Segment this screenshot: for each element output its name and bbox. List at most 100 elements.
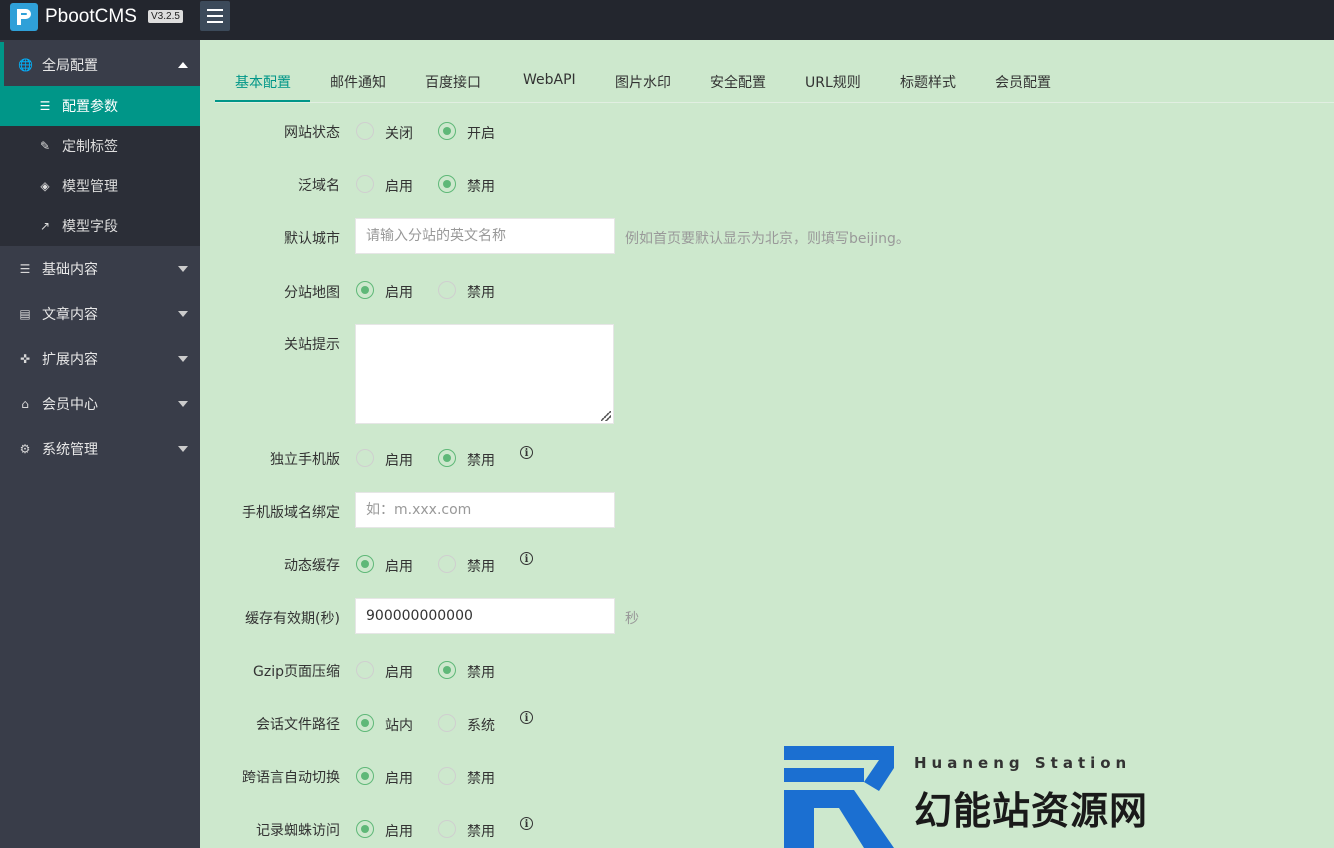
radio-label: 禁用: [467, 824, 495, 840]
radio-label: 关闭: [385, 126, 413, 142]
file-icon: ▤: [19, 306, 31, 321]
gzip-radio-enable[interactable]: [356, 661, 374, 679]
spider-log-radio-enable[interactable]: [356, 820, 374, 838]
sidebar-item-label: 系统管理: [42, 441, 98, 458]
wildcard-radio-disable[interactable]: [438, 175, 456, 193]
sidebar-item-global-config[interactable]: 🌐 全局配置: [0, 42, 200, 87]
sub-map-radio-enable[interactable]: [356, 281, 374, 299]
config-tabs: 基本配置 邮件通知 百度接口 WebAPI 图片水印 安全配置 URL规则 标题…: [215, 60, 1334, 103]
radio-label: 启用: [385, 285, 413, 301]
session-path-label: 会话文件路径: [256, 717, 340, 733]
lang-switch-label: 跨语言自动切换: [242, 770, 340, 786]
sidebar-item-system-manage[interactable]: ⚙ 系统管理: [0, 426, 200, 471]
radio-label: 禁用: [467, 665, 495, 681]
wildcard-radio-enable[interactable]: [356, 175, 374, 193]
spider-log-label: 记录蜘蛛访问: [256, 823, 340, 839]
mobile-domain-input[interactable]: 如：m.xxx.com: [355, 492, 615, 528]
lang-switch-radio-disable[interactable]: [438, 767, 456, 785]
sidebar-item-basic-content[interactable]: ☰ 基础内容: [0, 246, 200, 291]
r-logo-icon: [784, 746, 894, 848]
tab-member[interactable]: 会员配置: [995, 72, 1051, 92]
chevron-down-icon: [178, 355, 188, 362]
radio-label: 启用: [385, 179, 413, 195]
spider-log-radio-disable[interactable]: [438, 820, 456, 838]
cache-label: 动态缓存: [284, 558, 340, 574]
tab-webapi[interactable]: WebAPI: [523, 72, 576, 88]
radio-label: 启用: [385, 559, 413, 575]
chevron-down-icon: [178, 400, 188, 407]
sidebar-item-extend-content[interactable]: ✜ 扩展内容: [0, 336, 200, 381]
tab-title-style[interactable]: 标题样式: [900, 72, 956, 92]
wildcard-label: 泛域名: [298, 178, 340, 194]
sidebar-subitem-model-manage[interactable]: ◈ 模型管理: [0, 166, 200, 206]
radio-label: 启用: [385, 453, 413, 469]
cache-time-unit: 秒: [625, 611, 639, 627]
tab-baidu[interactable]: 百度接口: [425, 72, 481, 92]
close-tip-label: 关站提示: [284, 337, 340, 353]
mobile-radio-disable[interactable]: [438, 449, 456, 467]
cache-time-input[interactable]: 900000000000: [355, 598, 615, 634]
gzip-radio-disable[interactable]: [438, 661, 456, 679]
sidebar-item-label: 基础内容: [42, 261, 98, 278]
radio-label: 禁用: [467, 559, 495, 575]
sidebar-subitem-label: 配置参数: [62, 99, 118, 115]
menu-toggle-button[interactable]: [200, 1, 230, 31]
tab-url-rules[interactable]: URL规则: [805, 72, 861, 92]
mobile-label: 独立手机版: [270, 452, 340, 468]
radio-label: 禁用: [467, 453, 495, 469]
info-icon[interactable]: i: [520, 711, 533, 724]
radio-label: 启用: [385, 824, 413, 840]
default-city-input[interactable]: 请输入分站的英文名称: [355, 218, 615, 254]
sidebar-item-article-content[interactable]: ▤ 文章内容: [0, 291, 200, 336]
site-status-radio-on[interactable]: [438, 122, 456, 140]
resize-handle-icon[interactable]: [601, 411, 611, 421]
radio-label: 禁用: [467, 771, 495, 787]
session-path-radio-system[interactable]: [438, 714, 456, 732]
site-status-radio-off[interactable]: [356, 122, 374, 140]
radio-label: 启用: [385, 771, 413, 787]
sidebar-subitem-label: 模型管理: [62, 179, 118, 195]
chevron-up-icon: [178, 61, 188, 68]
sidebar-item-label: 会员中心: [42, 396, 98, 413]
sidebar-subitem-label: 模型字段: [62, 219, 118, 235]
sidebar-item-member-center[interactable]: ⌂ 会员中心: [0, 381, 200, 426]
info-icon[interactable]: i: [520, 552, 533, 565]
sidebar-subitem-config-params[interactable]: ☰ 配置参数: [0, 86, 200, 126]
sub-map-radio-disable[interactable]: [438, 281, 456, 299]
sidebar-item-label: 文章内容: [42, 306, 98, 323]
mobile-domain-label: 手机版域名绑定: [242, 505, 340, 521]
info-icon[interactable]: i: [520, 817, 533, 830]
mobile-radio-enable[interactable]: [356, 449, 374, 467]
cache-radio-enable[interactable]: [356, 555, 374, 573]
gear-icon: ⚙: [19, 441, 31, 456]
sidebar-item-label: 扩展内容: [42, 351, 98, 368]
session-path-radio-site[interactable]: [356, 714, 374, 732]
gzip-label: Gzip页面压缩: [253, 664, 340, 680]
radio-label: 系统: [467, 718, 495, 734]
main-content: 基本配置 邮件通知 百度接口 WebAPI 图片水印 安全配置 URL规则 标题…: [200, 40, 1334, 848]
site-status-label: 网站状态: [284, 125, 340, 141]
top-bar: PbootCMS V3.2.5: [0, 0, 1334, 40]
tab-basic[interactable]: 基本配置: [235, 72, 291, 92]
lock-icon: ⌂: [21, 396, 29, 411]
tab-security[interactable]: 安全配置: [710, 72, 766, 92]
lang-switch-radio-enable[interactable]: [356, 767, 374, 785]
sliders-icon: ☰: [19, 261, 31, 276]
sliders-icon: ☰: [39, 99, 51, 113]
watermark-logo: Huaneng Station 幻能站资源网: [784, 746, 1284, 848]
sidebar-subitem-custom-tags[interactable]: ✎ 定制标签: [0, 126, 200, 166]
default-city-hint: 例如首页要默认显示为北京，则填写beijing。: [625, 231, 910, 247]
external-link-icon: ↗: [39, 219, 51, 233]
tab-watermark[interactable]: 图片水印: [615, 72, 671, 92]
tab-email[interactable]: 邮件通知: [330, 72, 386, 92]
sidebar-subitem-model-fields[interactable]: ↗ 模型字段: [0, 206, 200, 246]
globe-icon: 🌐: [18, 57, 33, 72]
sidebar-item-label: 全局配置: [42, 57, 98, 74]
hamburger-icon: [207, 9, 223, 11]
sidebar-subitem-label: 定制标签: [62, 139, 118, 155]
active-tab-indicator: [215, 100, 310, 102]
info-icon[interactable]: i: [520, 446, 533, 459]
cache-radio-disable[interactable]: [438, 555, 456, 573]
close-tip-textarea[interactable]: [355, 324, 614, 424]
chevron-down-icon: [178, 265, 188, 272]
